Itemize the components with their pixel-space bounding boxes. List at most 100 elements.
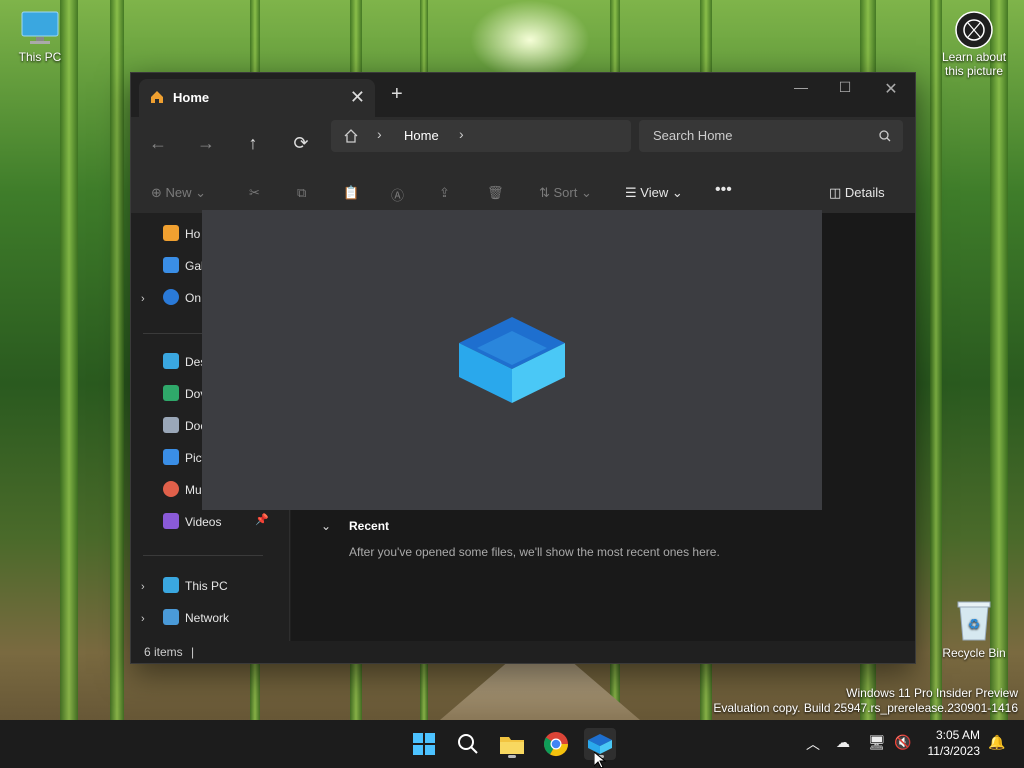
delete-icon[interactable]: 🗑 (487, 185, 504, 201)
chevron-right-icon: › (377, 126, 382, 142)
sidebar-item-videos[interactable]: Videos 📌 (163, 511, 283, 535)
desktop-icon-label: Recycle Bin (942, 646, 1006, 660)
running-indicator (508, 755, 516, 758)
forward-button[interactable]: → (191, 133, 221, 154)
view-label: View (640, 185, 669, 200)
spotlight-label-1: Learn about (941, 50, 1007, 64)
minimize-button[interactable]: — (781, 79, 821, 95)
details-button[interactable]: ◫ Details (829, 185, 885, 201)
chevron-right-icon[interactable]: › (141, 293, 145, 305)
sidebar-item-label: Videos (185, 515, 222, 529)
view-button[interactable]: ☰ View ⌄ (625, 185, 683, 201)
camera-lens-icon (954, 10, 994, 49)
music-icon (163, 481, 179, 497)
close-window-button[interactable]: ✕ (871, 79, 911, 99)
tab-home[interactable]: Home ✕ (139, 79, 375, 117)
clock-time: 3:05 AM (935, 728, 980, 742)
copy-icon[interactable]: ⧉ (297, 185, 306, 201)
search-icon (458, 734, 478, 754)
sidebar-item-this-pc[interactable]: This PC (163, 575, 283, 599)
search-icon (879, 130, 891, 142)
cut-icon[interactable]: ✂ (249, 185, 260, 201)
sidebar-item-label: Gal (185, 259, 204, 273)
network-icon[interactable]: 🖥 (868, 734, 886, 751)
paste-icon[interactable]: 📋 (343, 185, 359, 201)
home-outline-icon (344, 129, 358, 143)
new-label: New (165, 185, 192, 200)
details-label: Details (844, 185, 885, 200)
home-icon (163, 225, 179, 241)
chrome-icon (544, 732, 568, 757)
svg-text:♻: ♻ (968, 616, 981, 632)
status-bar: 6 items | (131, 641, 915, 663)
sidebar-item-label: Ho (185, 227, 201, 241)
search-input[interactable]: Search Home (639, 120, 903, 152)
volume-muted-icon[interactable]: 🔇 (894, 734, 911, 751)
desktop-icon-this-pc[interactable]: This PC (0, 10, 80, 64)
chevron-right-icon[interactable]: › (141, 613, 145, 625)
desktop-icon-label: This PC (18, 50, 62, 64)
chrome-taskbar-button[interactable] (540, 728, 572, 760)
sidebar-item-label: Mu (185, 483, 202, 497)
picture-icon (163, 449, 179, 465)
desktop-icon (163, 353, 179, 369)
monitor-icon (20, 10, 60, 46)
sidebar-item-label: On (185, 291, 202, 305)
command-bar: ⊕ New ⌄ ✂ ⧉ 📋 Ⓐ ⇪ 🗑 ⇅ Sort ⌄ ☰ View ⌄ ••… (131, 173, 915, 214)
chevron-right-icon[interactable]: › (141, 581, 145, 593)
search-taskbar-button[interactable] (452, 728, 484, 760)
spotlight-learn-button[interactable]: Learn about this picture (934, 10, 1014, 78)
sort-button[interactable]: ⇅ Sort ⌄ (539, 185, 592, 201)
refresh-button[interactable]: ⟳ (286, 133, 316, 154)
home-icon (151, 91, 163, 103)
network-icon (163, 609, 179, 625)
close-tab-icon[interactable]: ✕ (350, 87, 365, 108)
tab-label: Home (173, 90, 210, 105)
up-button[interactable]: ↑ (238, 133, 268, 154)
system-clock[interactable]: 3:05 AM 11/3/2023 (928, 727, 981, 759)
item-count: 6 items (144, 645, 183, 659)
show-hidden-icons-chevron-icon[interactable]: ︿ (806, 734, 820, 754)
pin-icon[interactable]: 📌 (255, 513, 269, 526)
onedrive-offline-icon[interactable]: ☁ (836, 734, 850, 751)
back-button[interactable]: ← (143, 133, 173, 154)
new-button[interactable]: ⊕ New ⌄ (151, 185, 206, 201)
document-icon (163, 417, 179, 433)
sidebar-item-label: Network (185, 611, 230, 625)
breadcrumb-home[interactable]: Home (404, 128, 439, 143)
taskbar: ︿ ☁ 🖥 🔇 3:05 AM 11/3/2023 🔔 (0, 720, 1024, 768)
new-tab-button[interactable]: + (391, 83, 403, 106)
video-icon (163, 513, 179, 529)
watermark-line-2: Evaluation copy. Build 25947.rs_prerelea… (713, 701, 1018, 715)
notification-bell-icon[interactable]: 🔔 (988, 734, 1005, 751)
watermark-line-1: Windows 11 Pro Insider Preview (846, 686, 1018, 700)
file-explorer-taskbar-button[interactable] (496, 728, 528, 760)
maximize-button[interactable]: ☐ (825, 79, 865, 96)
desktop-icon-recycle-bin[interactable]: ♻ Recycle Bin (934, 598, 1014, 660)
gallery-icon (163, 257, 179, 273)
sidebar-item-network[interactable]: Network (163, 607, 283, 631)
tab-bar: Home ✕ + — ☐ ✕ (131, 73, 915, 117)
windows-logo-icon (413, 733, 435, 755)
recent-section-title[interactable]: Recent (349, 519, 389, 533)
status-divider: | (191, 645, 195, 659)
search-placeholder: Search Home (653, 128, 733, 143)
spotlight-label-2: this picture (944, 64, 1004, 78)
clock-date: 11/3/2023 (927, 744, 981, 758)
rename-icon[interactable]: Ⓐ (391, 185, 404, 204)
chevron-right-icon[interactable]: › (459, 126, 464, 142)
share-icon[interactable]: ⇪ (439, 185, 450, 201)
download-icon (163, 385, 179, 401)
divider (143, 555, 263, 556)
more-options-icon[interactable]: ••• (715, 181, 732, 199)
recent-empty-message: After you've opened some files, we'll sh… (349, 545, 720, 559)
mouse-cursor-icon (594, 752, 606, 768)
address-bar[interactable]: › Home › (331, 120, 631, 152)
monitor-icon (163, 577, 179, 593)
sort-label: Sort (553, 185, 578, 200)
app-box-logo-icon (459, 317, 565, 403)
recycle-bin-icon: ♻ (954, 598, 994, 642)
chevron-down-icon[interactable]: ⌄ (321, 519, 331, 533)
cloud-icon (163, 289, 179, 305)
start-button[interactable] (408, 728, 440, 760)
